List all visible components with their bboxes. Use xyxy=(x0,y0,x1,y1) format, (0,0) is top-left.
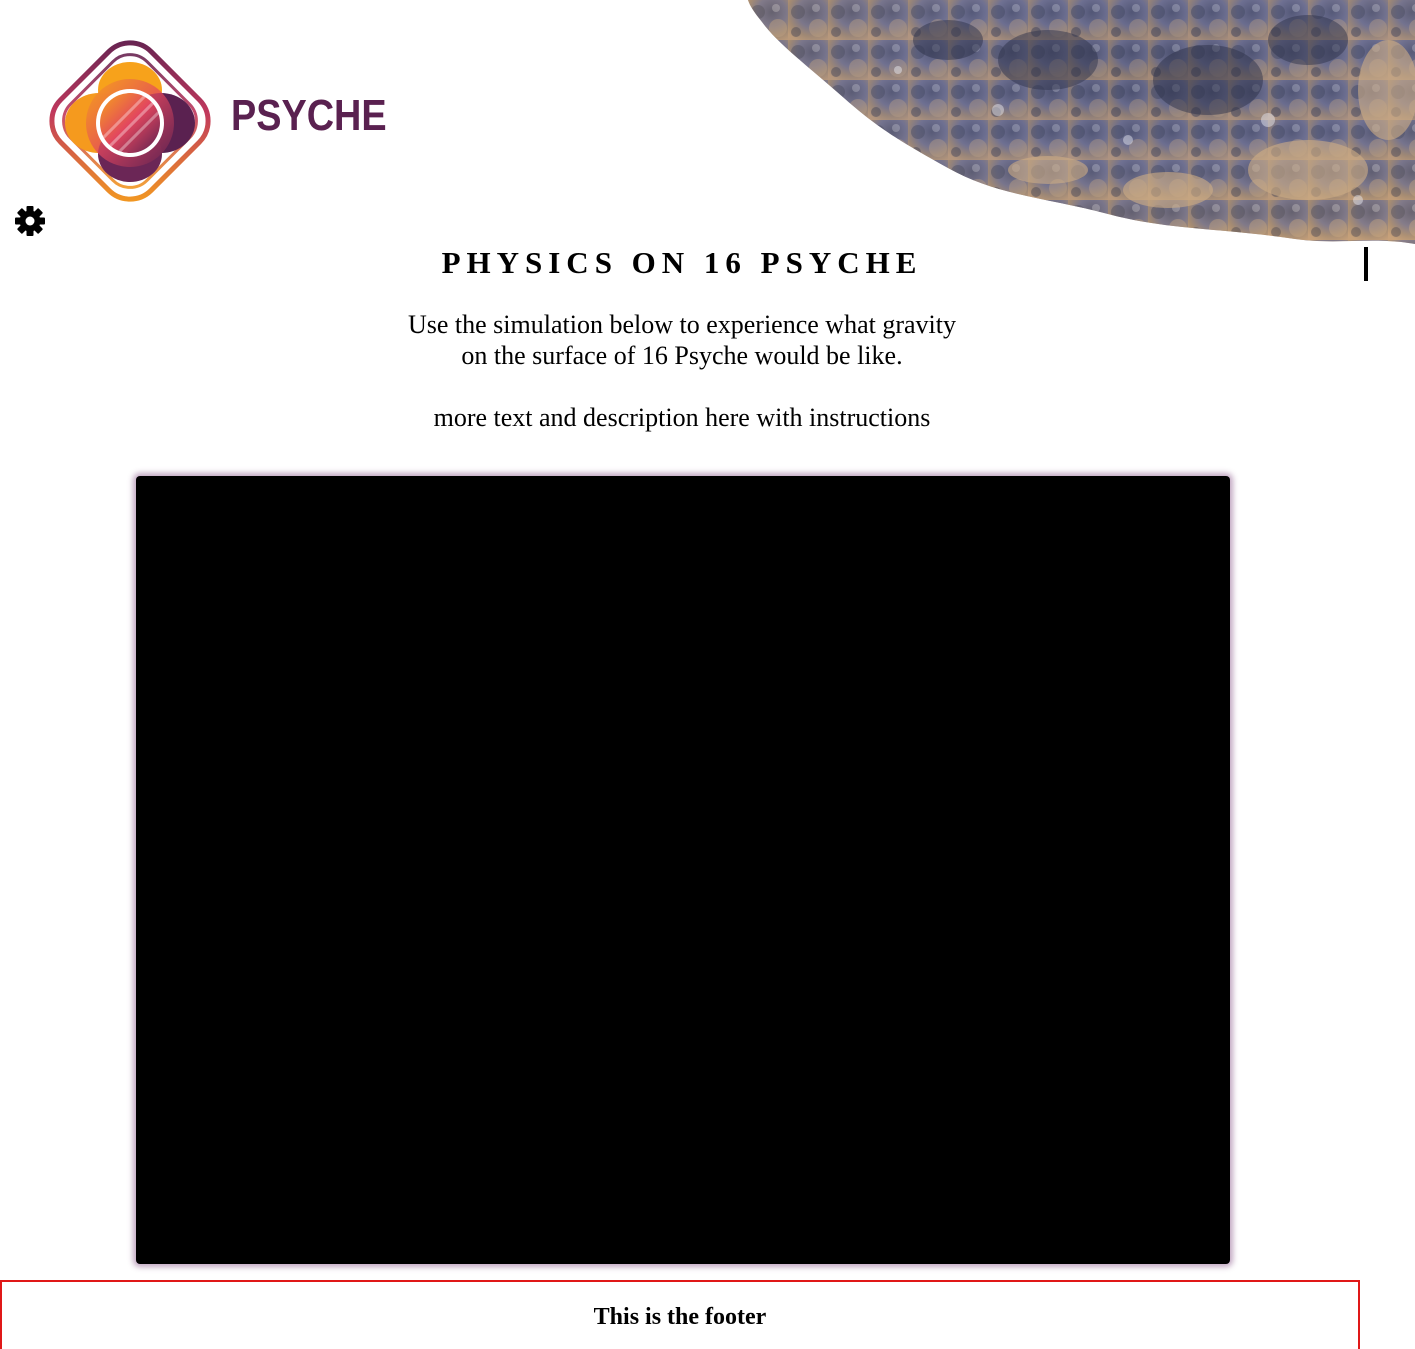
intro-line-1: Use the simulation below to experience w… xyxy=(407,310,956,339)
instructions-text: more text and description here with inst… xyxy=(433,403,931,432)
footer: This is the footer xyxy=(0,1280,1360,1349)
settings-button[interactable] xyxy=(13,204,47,238)
logo-wordmark: PSYCHE xyxy=(231,91,387,140)
gear-icon xyxy=(15,206,45,236)
psyche-logo-icon xyxy=(49,40,211,202)
psyche-logo[interactable]: PSYCHE xyxy=(36,30,396,214)
simulation-canvas[interactable] xyxy=(136,476,1230,1264)
footer-text: This is the footer xyxy=(593,1304,767,1330)
asteroid-image xyxy=(748,0,1415,246)
text-cursor xyxy=(1364,247,1368,281)
intro-line-2: on the surface of 16 Psyche would be lik… xyxy=(461,341,903,370)
page-title: PHYSICS ON 16 PSYCHE xyxy=(441,245,923,280)
intro-text: Use the simulation below to experience w… xyxy=(0,309,1364,433)
